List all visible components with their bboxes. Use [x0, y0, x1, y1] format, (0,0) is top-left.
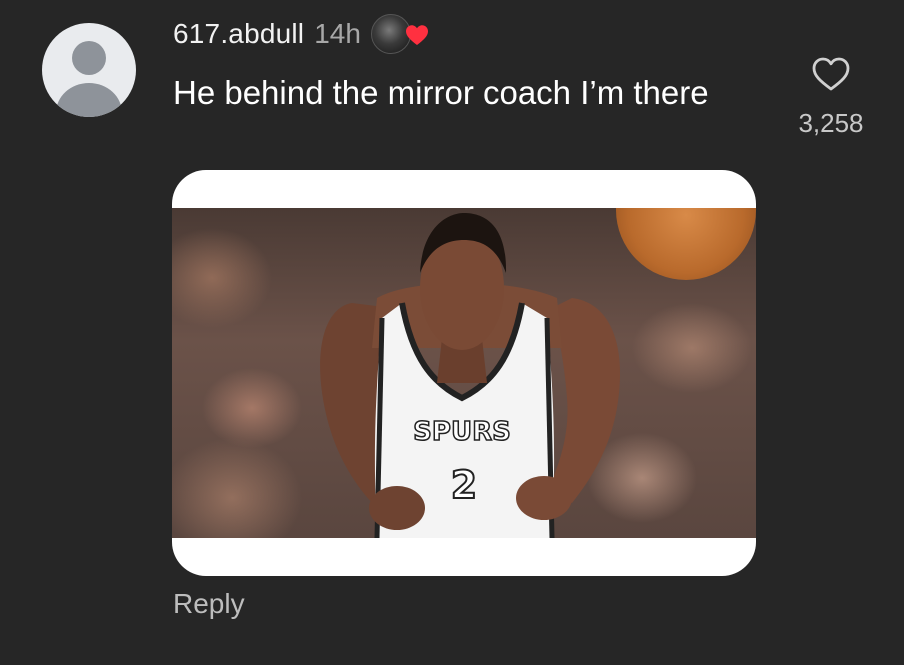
comment-image[interactable]: SPURS 2 — [172, 170, 756, 576]
user-avatar[interactable] — [42, 23, 136, 117]
default-avatar-icon — [72, 41, 106, 75]
comment-item: 617.abdull 14h He behind the mirror coac… — [0, 0, 904, 665]
jersey-number: 2 — [451, 463, 477, 507]
heart-filled-icon — [405, 25, 428, 45]
creator-like-badge — [370, 14, 429, 54]
comment-timestamp: 14h — [314, 18, 361, 49]
like-control[interactable]: 3,258 — [787, 56, 875, 139]
basketball-photo: SPURS 2 — [172, 208, 756, 538]
like-count: 3,258 — [798, 108, 864, 138]
comment-header: 617.abdull 14h — [173, 14, 429, 54]
heart-outline-icon[interactable] — [811, 56, 851, 92]
player-figure: SPURS 2 — [320, 213, 620, 538]
jersey-text: SPURS — [413, 417, 511, 447]
comment-text: He behind the mirror coach I’m there — [173, 74, 709, 111]
username[interactable]: 617.abdull — [173, 18, 304, 50]
reply-button[interactable]: Reply — [173, 588, 245, 620]
